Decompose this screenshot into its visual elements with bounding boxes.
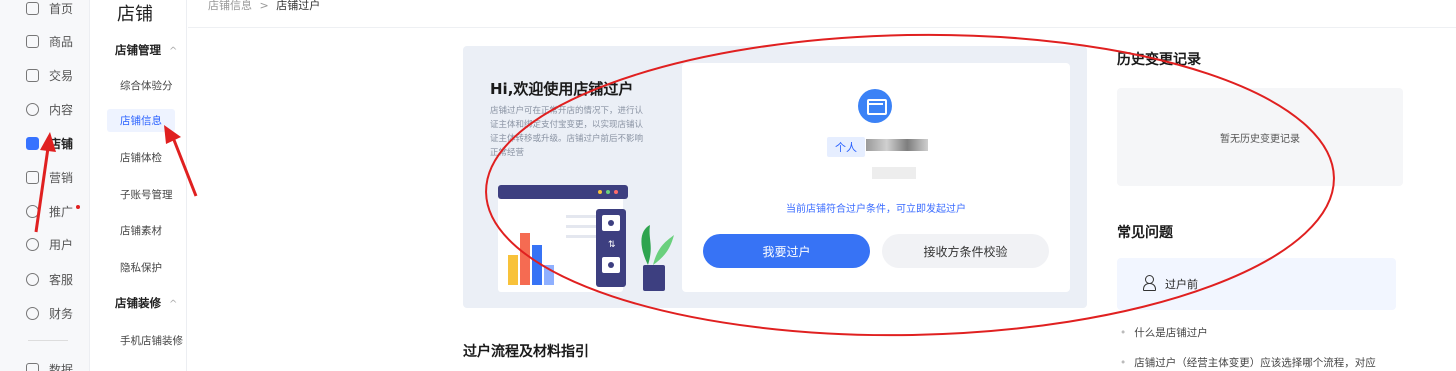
history-title: 历史变更记录 [1117,52,1201,68]
redacted-shop-name [866,139,928,151]
sidebar-item-home[interactable]: 首页 [0,0,90,20]
faq-title: 常见问题 [1117,225,1173,241]
sidebar-item-promotion[interactable]: 推广 [0,199,90,223]
faq-question[interactable]: • 什么是店铺过户 [1120,325,1208,340]
content-icon [26,102,39,116]
subnav-group-shop-management[interactable]: 店铺管理 ^ [115,42,177,58]
breadcrumb-parent[interactable]: 店铺信息 [208,0,252,12]
sidebar-item-goods[interactable]: 商品 [0,29,90,53]
sidebar-item-data[interactable]: 数据 [0,357,90,371]
shop-avatar-icon [858,89,892,123]
subnav-item-privacy[interactable]: 隐私保护 [120,260,162,275]
sidebar-item-user[interactable]: 用户 [0,232,90,256]
sidebar-item-label: 数据 [49,362,74,371]
subnav-group-decoration[interactable]: 店铺装修 ^ [115,295,177,311]
sidebar-item-marketing[interactable]: 营销 [0,165,90,189]
promotion-icon [26,204,39,218]
transfer-welcome-card: Hi,欢迎使用店铺过户 店铺过户可在正常开店的情况下，进行认证主体和绑定支付宝变… [463,46,1087,308]
sidebar-item-label: 商品 [49,34,74,49]
header-divider [188,27,1456,28]
finance-icon [26,306,39,320]
home-icon [26,1,39,15]
subnav-item-materials[interactable]: 店铺素材 [120,223,162,238]
main-sidebar: 首页 商品 交易 内容 店铺 营销 推广 用户 客服 财务 数据 [0,0,90,371]
subnav-item-shop-check[interactable]: 店铺体检 [120,150,162,165]
transfer-button[interactable]: 我要过户 [703,234,870,268]
sidebar-item-label: 用户 [49,237,74,252]
sidebar-item-label: 首页 [49,1,74,16]
sidebar-item-label: 客服 [49,272,74,287]
shop-icon [26,136,39,150]
faq-question-text: 店铺过户（经营主体变更）应该选择哪个流程，对应 [1134,357,1376,369]
bullet: • [1120,357,1127,369]
sidebar-item-service[interactable]: 客服 [0,267,90,291]
process-guide-title: 过户流程及材料指引 [463,344,589,360]
redacted-shop-detail [872,167,916,179]
faq-question[interactable]: • 店铺过户（经营主体变更）应该选择哪个流程，对应 [1120,355,1376,370]
subnav-item-subaccount[interactable]: 子账号管理 [120,187,173,202]
chevron-up-icon: ^ [169,46,178,57]
welcome-title: Hi,欢迎使用店铺过户 [490,80,634,98]
shop-type-tag: 个人 [827,137,865,157]
sidebar-item-label: 内容 [49,102,74,117]
receiver-check-button[interactable]: 接收方条件校验 [882,234,1049,268]
sub-sidebar: 店铺 店铺管理 ^ 综合体验分 店铺信息 店铺体检 子账号管理 店铺素材 隐私保护… [91,0,187,371]
subnav-item-mobile-decoration[interactable]: 手机店铺装修 [120,333,183,348]
marketing-icon [26,170,39,184]
sidebar-item-label: 营销 [49,170,74,185]
breadcrumb-separator: > [259,0,269,12]
user-icon [26,237,39,251]
user-icon [1143,275,1156,291]
chevron-up-icon: ^ [169,299,178,310]
breadcrumb-current: 店铺过户 [276,0,321,12]
history-empty-box: 暂无历史变更记录 [1117,88,1403,186]
goods-icon [26,34,39,48]
faq-question-text: 什么是店铺过户 [1134,327,1208,339]
history-empty-text: 暂无历史变更记录 [1220,133,1300,145]
sidebar-item-trade[interactable]: 交易 [0,63,90,87]
subnav-item-score[interactable]: 综合体验分 [120,78,173,93]
faq-category-label: 过户前 [1165,278,1198,291]
sidebar-item-finance[interactable]: 财务 [0,301,90,325]
transfer-illustration: ⇅ [498,185,674,292]
svg-text:⇅: ⇅ [608,240,616,250]
welcome-description: 店铺过户可在正常开店的情况下，进行认证主体和绑定支付宝变更，以实现店铺认证主体转… [490,106,644,158]
sidebar-item-content[interactable]: 内容 [0,97,90,121]
subnav-item-shop-info[interactable]: 店铺信息 [107,109,175,132]
sidebar-divider [28,340,68,341]
sidebar-item-label: 推广 [49,204,74,219]
breadcrumb: 店铺信息 > 店铺过户 [208,0,320,13]
notification-dot [76,205,80,209]
subnav-group-label: 店铺装修 [115,296,161,310]
subnav-title: 店铺 [117,4,153,25]
sidebar-item-label: 店铺 [49,136,74,151]
trade-icon [26,68,39,82]
sidebar-item-label: 交易 [49,68,74,83]
data-icon [26,362,39,371]
eligibility-status: 当前店铺符合过户条件，可立即发起过户 [786,204,966,215]
sidebar-item-label: 财务 [49,306,74,321]
bullet: • [1120,327,1127,339]
service-icon [26,272,39,286]
faq-category-tab[interactable]: 过户前 [1117,258,1396,310]
subnav-group-label: 店铺管理 [115,43,161,57]
transfer-status-panel: 个人 当前店铺符合过户条件，可立即发起过户 我要过户 接收方条件校验 [682,63,1070,292]
sidebar-item-shop[interactable]: 店铺 [0,131,90,155]
